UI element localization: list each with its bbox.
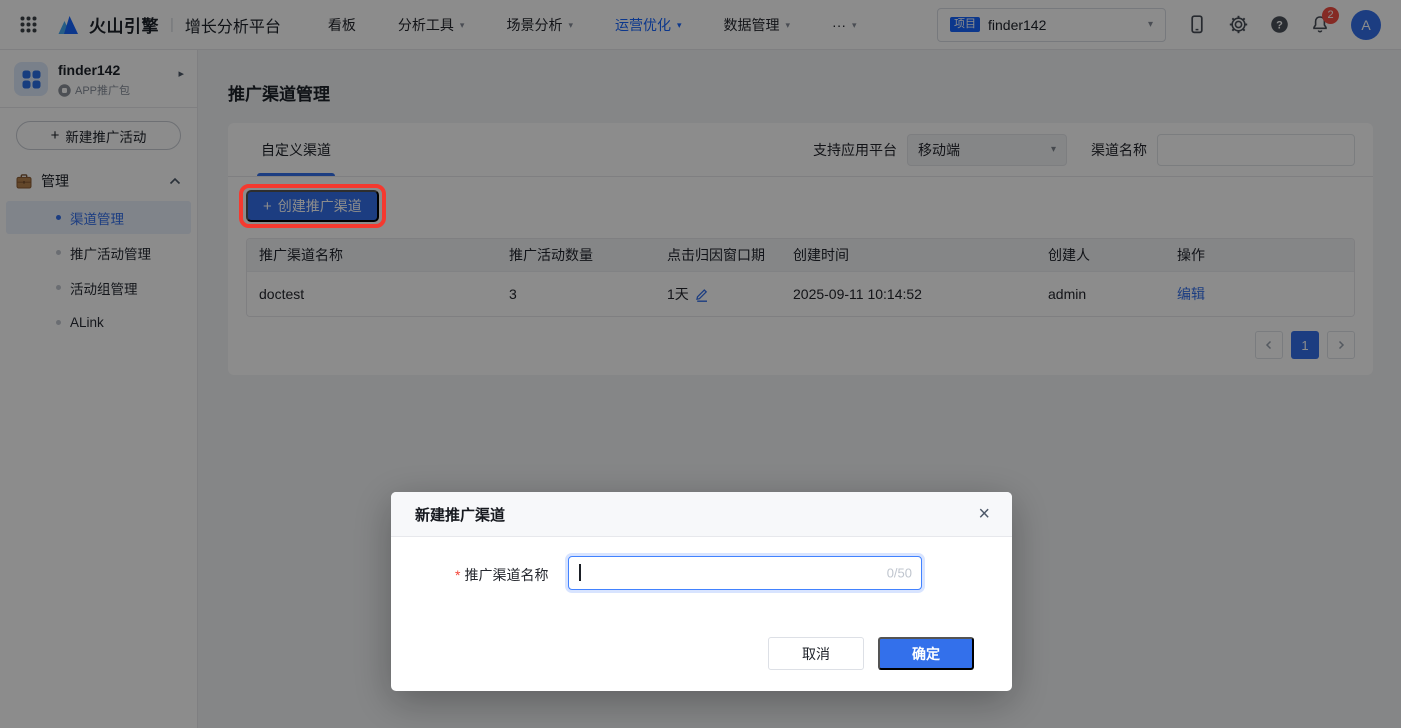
char-counter: 0/50 [886,565,912,581]
modal-header: 新建推广渠道 × [391,492,1012,537]
modal-title: 新建推广渠道 [415,506,506,524]
channel-name-field-label: * 推广渠道名称 [455,567,549,583]
modal-body: * 推广渠道名称 0/50 [391,537,1012,647]
channel-name-input-wrap: 0/50 [568,556,922,590]
confirm-button[interactable]: 确定 [878,637,974,670]
required-mark: * [455,567,461,583]
channel-name-input[interactable] [569,557,921,589]
text-cursor [579,564,581,581]
close-icon[interactable]: × [978,504,990,524]
create-channel-modal: 新建推广渠道 × * 推广渠道名称 0/50 取消 确定 [391,492,1012,691]
cancel-button[interactable]: 取消 [768,637,864,670]
modal-footer: 取消 确定 [768,637,974,670]
